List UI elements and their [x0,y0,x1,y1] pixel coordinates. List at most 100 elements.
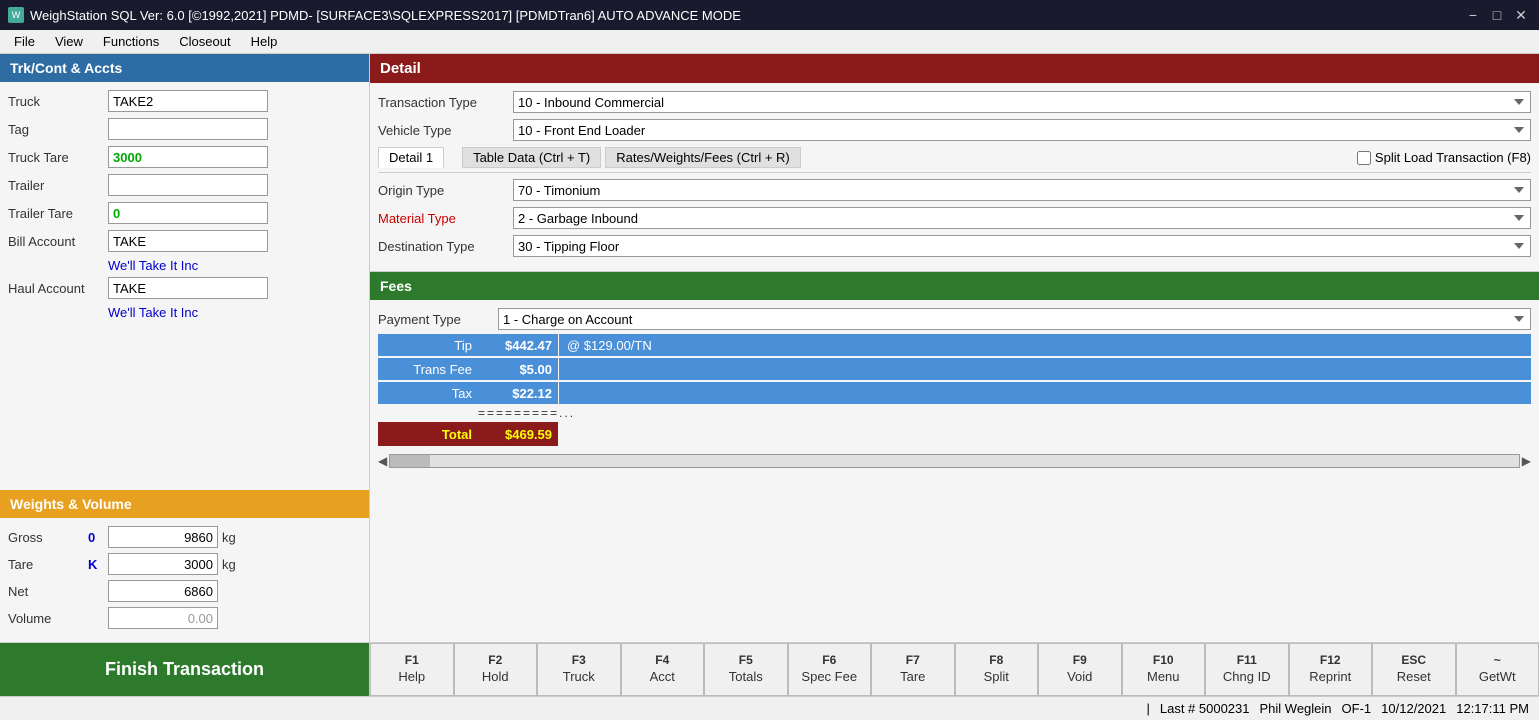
vehicle-type-label: Vehicle Type [378,123,513,138]
payment-type-select[interactable]: 1 - Charge on Account [498,308,1531,330]
tare-input[interactable] [108,553,218,575]
total-row: Total $469.59 [378,422,1531,446]
bill-account-name[interactable]: We'll Take It Inc [108,258,361,273]
haul-account-input[interactable] [108,277,268,299]
menu-view[interactable]: View [45,32,93,51]
main-content: Trk/Cont & Accts Truck Tag Truck Tare Tr… [0,54,1539,642]
fkey-f12[interactable]: F12 Reprint [1289,643,1373,696]
scroll-right-arrow[interactable]: ▶ [1522,454,1531,468]
tare-row: Tare K kg [8,553,361,575]
left-panel: Trk/Cont & Accts Truck Tag Truck Tare Tr… [0,54,370,642]
fkey-f5[interactable]: F5 Totals [704,643,788,696]
haul-account-label: Haul Account [8,281,108,296]
detail-header: Detail [370,54,1539,83]
right-panel: Detail Transaction Type 10 - Inbound Com… [370,54,1539,642]
fee-tax-label: Tax [378,382,478,404]
total-value: $469.59 [478,422,558,446]
truck-tare-input[interactable] [108,146,268,168]
tare-unit: kg [222,557,236,572]
destination-type-select[interactable]: 30 - Tipping Floor [513,235,1531,257]
truck-row: Truck [8,90,361,112]
menu-functions[interactable]: Functions [93,32,169,51]
detail-section: Transaction Type 10 - Inbound Commercial… [370,83,1539,272]
menubar: File View Functions Closeout Help [0,30,1539,54]
fkey-f10[interactable]: F10 Menu [1122,643,1206,696]
truck-label: Truck [8,94,108,109]
fkey-f2[interactable]: F2 Hold [454,643,538,696]
gross-row: Gross 0 kg [8,526,361,548]
tab-table-data[interactable]: Table Data (Ctrl + T) [462,147,601,168]
weights-section: Gross 0 kg Tare K kg Net Volume [0,518,369,642]
fee-transfee-label: Trans Fee [378,358,478,380]
gross-input[interactable] [108,526,218,548]
scroll-left-arrow[interactable]: ◀ [378,454,387,468]
scrollbar[interactable] [389,454,1520,468]
payment-type-label: Payment Type [378,312,498,327]
fkey-f8[interactable]: F8 Split [955,643,1039,696]
fkey-f4[interactable]: F4 Acct [621,643,705,696]
fee-tip-label: Tip [378,334,478,356]
menu-closeout[interactable]: Closeout [169,32,240,51]
fkey-f3[interactable]: F3 Truck [537,643,621,696]
fkey-getwt[interactable]: ~ GetWt [1456,643,1539,696]
fee-transfee-row: Trans Fee $5.00 [378,358,1531,380]
vehicle-type-select[interactable]: 10 - Front End Loader [513,119,1531,141]
truck-input[interactable] [108,90,268,112]
transaction-type-row: Transaction Type 10 - Inbound Commercial [378,91,1531,113]
material-type-select[interactable]: 2 - Garbage Inbound [513,207,1531,229]
tab-rates[interactable]: Rates/Weights/Fees (Ctrl + R) [605,147,801,168]
minimize-button[interactable]: − [1463,5,1483,25]
status-date: 10/12/2021 [1381,701,1446,716]
window-controls[interactable]: − □ ✕ [1463,5,1531,25]
fee-tax-value: $22.12 [478,382,558,404]
menu-help[interactable]: Help [241,32,288,51]
volume-input[interactable] [108,607,218,629]
material-type-label: Material Type [378,211,513,226]
net-row: Net [8,580,361,602]
fees-header: Fees [370,272,1539,300]
fees-section: Payment Type 1 - Charge on Account Tip $… [370,300,1539,642]
fkey-f11[interactable]: F11 Chng ID [1205,643,1289,696]
status-last: Last # 5000231 [1160,701,1250,716]
trk-section: Truck Tag Truck Tare Trailer Trailer Tar… [0,82,369,490]
bill-account-input[interactable] [108,230,268,252]
gross-label: Gross [8,530,88,545]
fee-tax-row: Tax $22.12 [378,382,1531,404]
volume-row: Volume [8,607,361,629]
fkey-f7[interactable]: F7 Tare [871,643,955,696]
haul-account-row: Haul Account [8,277,361,299]
tag-input[interactable] [108,118,268,140]
trailer-tare-row: Trailer Tare [8,202,361,224]
status-user: Phil Weglein [1260,701,1332,716]
titlebar: W WeighStation SQL Ver: 6.0 [©1992,2021]… [0,0,1539,30]
trailer-row: Trailer [8,174,361,196]
statusbar: | Last # 5000231 Phil Weglein OF-1 10/12… [0,696,1539,720]
fkey-f1[interactable]: F1 Help [370,643,454,696]
destination-type-row: Destination Type 30 - Tipping Floor [378,235,1531,257]
restore-button[interactable]: □ [1487,5,1507,25]
split-load-checkbox[interactable] [1357,151,1371,165]
status-separator: | [1146,701,1149,716]
transaction-type-select[interactable]: 10 - Inbound Commercial [513,91,1531,113]
trailer-input[interactable] [108,174,268,196]
trailer-tare-label: Trailer Tare [8,206,108,221]
bill-account-row: Bill Account [8,230,361,252]
close-button[interactable]: ✕ [1511,5,1531,25]
fkey-f9[interactable]: F9 Void [1038,643,1122,696]
origin-type-select[interactable]: 70 - Timonium [513,179,1531,201]
status-time: 12:17:11 PM [1456,701,1529,716]
menu-file[interactable]: File [4,32,45,51]
app-icon: W [8,7,24,23]
split-load-checkbox-row: Split Load Transaction (F8) [1357,150,1531,165]
net-input[interactable] [108,580,218,602]
gross-indicator: 0 [88,530,108,545]
fkey-f6[interactable]: F6 Spec Fee [788,643,872,696]
tab-detail1[interactable]: Detail 1 [378,147,444,168]
trailer-tare-input[interactable] [108,202,268,224]
fee-transfee-value: $5.00 [478,358,558,380]
fkey-esc[interactable]: ESC Reset [1372,643,1456,696]
bill-account-label: Bill Account [8,234,108,249]
total-label: Total [378,422,478,446]
finish-transaction-button[interactable]: Finish Transaction [0,643,370,696]
haul-account-name[interactable]: We'll Take It Inc [108,305,361,320]
